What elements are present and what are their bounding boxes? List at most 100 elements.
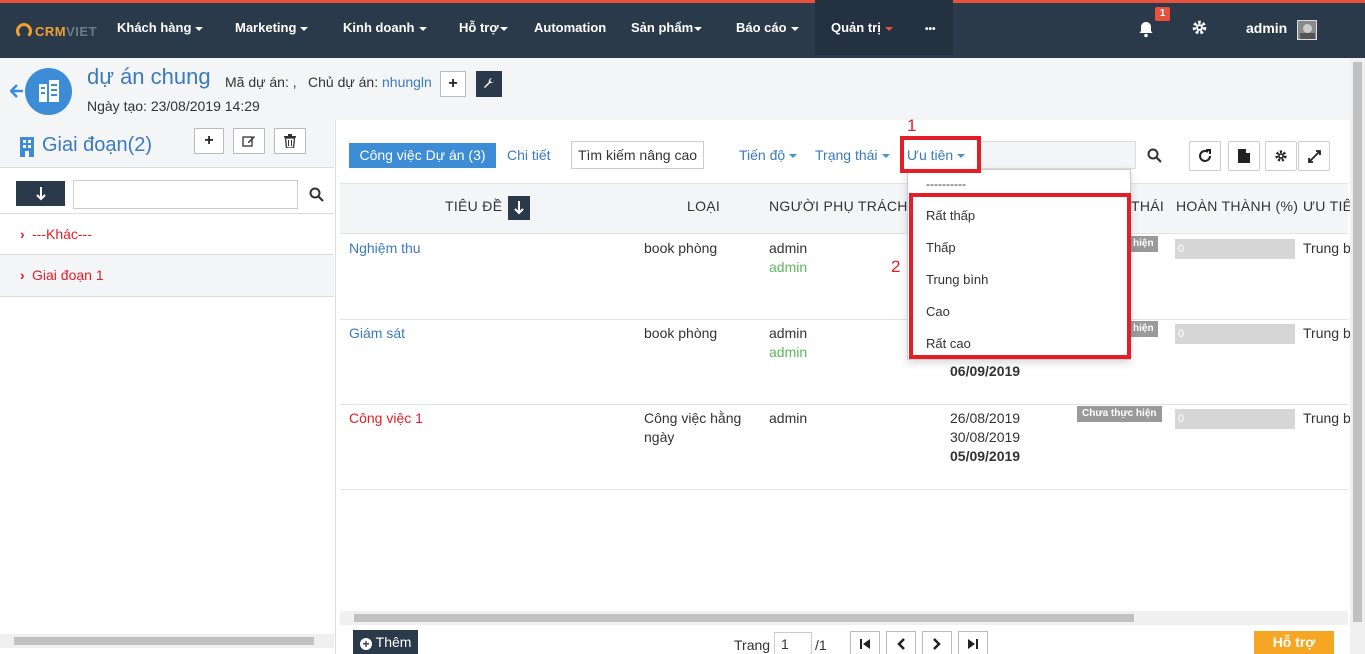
next-page-button[interactable] — [922, 631, 952, 654]
expand-icon — [1307, 149, 1321, 163]
last-page-icon — [968, 639, 978, 649]
task-owner-secondary: admin — [769, 259, 808, 275]
project-code: Mã dự án: , — [225, 74, 297, 90]
annotation-number-2: 2 — [891, 257, 901, 276]
add-member-button[interactable]: + — [440, 71, 466, 97]
project-icon — [25, 68, 72, 115]
filter-status[interactable]: Trạng thái — [815, 147, 890, 163]
search-icon[interactable] — [309, 187, 324, 202]
status-badge: hiện — [1131, 321, 1158, 337]
back-arrow-icon[interactable] — [9, 84, 24, 98]
stage-item[interactable]: › Giai đoạn 1 — [0, 255, 334, 297]
task-deadline: 05/09/2019 — [950, 448, 1021, 464]
help-button[interactable]: Hỗ trợ — [1254, 631, 1334, 654]
gear-icon — [1275, 150, 1287, 162]
gear-icon[interactable] — [1191, 19, 1208, 36]
stage-item-label: ---Khác--- — [32, 226, 92, 242]
first-page-button[interactable] — [850, 631, 880, 654]
advanced-search-button[interactable]: Tìm kiếm nâng cao — [571, 141, 704, 169]
column-priority[interactable]: ƯU TIÊ — [1303, 198, 1352, 214]
bell-icon[interactable] — [1137, 20, 1155, 38]
column-title[interactable]: TIÊU ĐỀ — [445, 198, 502, 214]
tab-detail[interactable]: Chi tiết — [507, 147, 551, 163]
chevron-right-icon: › — [20, 226, 25, 242]
chevron-right-icon — [933, 638, 941, 650]
column-owner[interactable]: NGƯỜI PHỤ TRÁCH — [769, 198, 908, 214]
export-button[interactable] — [1228, 141, 1260, 171]
logo-text-a: CRM — [35, 23, 67, 39]
task-title[interactable]: Công việc 1 — [349, 410, 423, 426]
task-type-line2: ngày — [644, 429, 675, 445]
search-icon[interactable] — [1147, 148, 1162, 163]
delete-stage-button[interactable] — [274, 128, 306, 154]
nav-item-admin[interactable]: Quản trị — [831, 0, 893, 55]
nav-item-customers[interactable]: Khách hàng — [117, 0, 204, 55]
task-deadline: 06/09/2019 — [950, 363, 1021, 379]
refresh-button[interactable] — [1189, 141, 1221, 171]
column-status[interactable]: THÁI — [1131, 198, 1164, 214]
edit-stage-button[interactable] — [233, 128, 265, 154]
plus-circle-icon: + — [360, 638, 372, 650]
stage-search-input[interactable] — [73, 180, 298, 209]
task-owner: admin — [769, 325, 808, 341]
task-type: book phòng — [644, 240, 718, 256]
status-badge: Chưa thực hiện — [1077, 406, 1162, 422]
nav-item-reports[interactable]: Báo cáo — [736, 0, 799, 55]
column-type[interactable]: LOẠI — [687, 198, 720, 214]
chevron-left-icon — [897, 638, 905, 650]
task-priority: Trung b — [1303, 240, 1351, 256]
annotation-number-1: 1 — [907, 116, 917, 135]
last-page-button[interactable] — [958, 631, 988, 654]
stage-panel-title: Giai đoạn(2) — [42, 134, 153, 156]
page-number-input[interactable]: 1 — [774, 632, 812, 654]
task-start-date: 26/08/2019 — [950, 410, 1021, 426]
grid-horizontal-scrollbar[interactable] — [340, 611, 1348, 625]
nav-item-automation[interactable]: Automation — [534, 0, 606, 55]
settings-button[interactable] — [1265, 141, 1297, 171]
task-owner-secondary: admin — [769, 344, 808, 360]
nav-item-more[interactable]: ••• — [925, 0, 936, 55]
grid-footer — [340, 626, 1348, 654]
sort-down-button[interactable] — [16, 181, 65, 206]
nav-item-support[interactable]: Hỗ trợ — [459, 0, 508, 55]
task-search-input[interactable] — [978, 141, 1136, 169]
project-owner-link[interactable]: nhungln — [382, 74, 432, 90]
building-icon — [18, 135, 36, 157]
left-horizontal-scrollbar[interactable] — [0, 634, 334, 648]
filter-progress[interactable]: Tiến độ — [739, 147, 798, 163]
logo-mark-icon — [16, 23, 32, 39]
page-vertical-scrollbar[interactable] — [1350, 58, 1365, 654]
task-type: Công việc hằng — [644, 410, 742, 426]
file-icon — [1238, 149, 1250, 163]
task-title[interactable]: Nghiệm thu — [349, 240, 421, 256]
chevron-right-icon: › — [20, 267, 25, 283]
tab-project-tasks[interactable]: Công việc Dự án (3) — [349, 143, 496, 168]
status-badge: hiện — [1131, 236, 1158, 252]
notification-badge: 1 — [1155, 7, 1170, 21]
crmviet-logo[interactable]: CRM VIET — [16, 20, 97, 42]
task-owner: admin — [769, 410, 808, 426]
nav-item-products[interactable]: Sản phẩm — [631, 0, 703, 55]
page-label: Trang — [734, 637, 771, 653]
user-name[interactable]: admin — [1246, 20, 1287, 36]
nav-item-marketing[interactable]: Marketing — [235, 0, 309, 55]
wrench-button[interactable] — [476, 71, 502, 97]
add-task-button[interactable]: + Thêm — [353, 630, 418, 654]
dropdown-option-empty[interactable]: ---------- — [926, 177, 966, 191]
progress-bar: 0 — [1175, 239, 1295, 259]
task-end-date: 30/08/2019 — [950, 429, 1021, 445]
stage-item[interactable]: › ---Khác--- — [0, 213, 334, 255]
progress-bar: 0 — [1175, 324, 1295, 344]
sort-title-button[interactable] — [508, 196, 530, 220]
logo-text-b: VIET — [66, 23, 98, 39]
fullscreen-button[interactable] — [1298, 141, 1330, 171]
task-priority: Trung b — [1303, 410, 1351, 426]
task-priority: Trung b — [1303, 325, 1351, 341]
column-complete[interactable]: HOÀN THÀNH (%) — [1176, 198, 1298, 214]
avatar[interactable] — [1297, 20, 1317, 40]
nav-item-sales[interactable]: Kinh doanh — [343, 0, 427, 55]
project-name: dự án chung — [87, 64, 211, 89]
add-stage-button[interactable]: + — [194, 128, 224, 154]
prev-page-button[interactable] — [886, 631, 916, 654]
task-title[interactable]: Giám sát — [349, 325, 405, 341]
